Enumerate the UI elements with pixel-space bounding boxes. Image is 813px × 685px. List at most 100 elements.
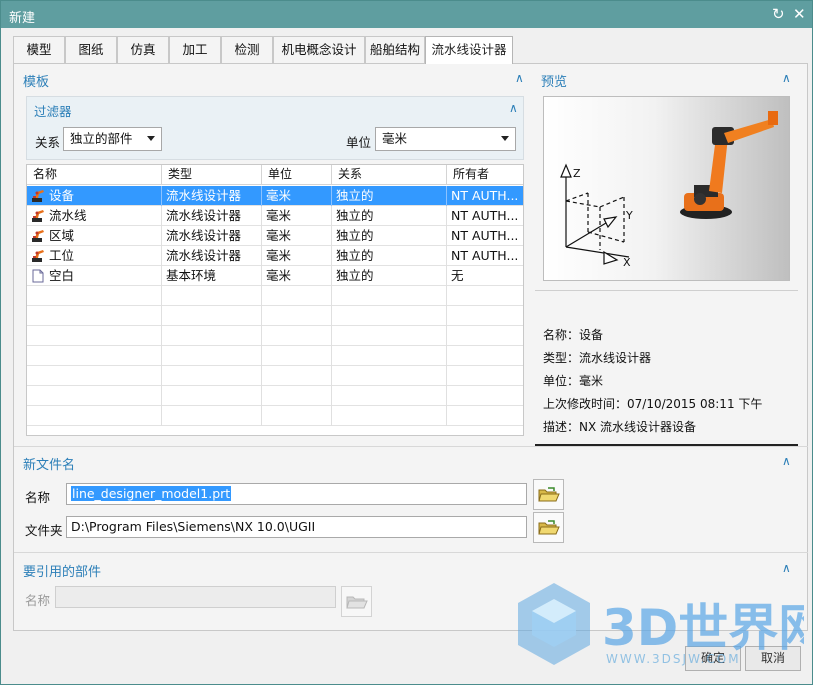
- cell-unit: [262, 306, 332, 326]
- cell-owner-text: NT AUTH...: [451, 188, 519, 203]
- close-icon[interactable]: ✕: [793, 4, 806, 24]
- empty-row: [27, 286, 523, 306]
- robot-icon: [32, 250, 44, 262]
- cell-owner: [447, 366, 523, 386]
- referenced-collapse-icon[interactable]: ∧: [782, 561, 791, 575]
- new-dialog: 新建 ↻ ✕ 模型 图纸 仿真 加工 检测 机电概念设计 船舶结构 流水线设计器…: [0, 0, 813, 685]
- preview-description: 描述：NX 流水线设计器设备: [543, 418, 696, 435]
- cell-unit: [262, 366, 332, 386]
- cell-owner: NT AUTH...: [447, 246, 523, 266]
- tab-mechatronics[interactable]: 机电概念设计: [273, 36, 365, 63]
- tab-model[interactable]: 模型: [13, 36, 65, 63]
- folder-input[interactable]: D:\Program Files\Siemens\NX 10.0\UGII: [66, 516, 527, 538]
- cell-name: 流水线: [27, 206, 162, 226]
- chevron-down-icon: [501, 136, 509, 141]
- window-title: 新建: [9, 11, 36, 26]
- tab-inspection[interactable]: 检测: [221, 36, 273, 63]
- preview-header: 预览: [541, 75, 568, 90]
- browse-referenced-button[interactable]: [341, 586, 372, 617]
- cell-type: 基本环境: [162, 266, 262, 286]
- new-file-collapse-icon[interactable]: ∧: [782, 454, 791, 468]
- tab-simulation[interactable]: 仿真: [117, 36, 169, 63]
- preview-desc-value: NX 流水线设计器设备: [579, 420, 697, 434]
- cell-name: 空白: [27, 266, 162, 286]
- column-header-owner[interactable]: 所有者: [447, 165, 523, 185]
- folder-open-icon: [538, 487, 560, 502]
- new-file-header: 新文件名: [23, 458, 76, 473]
- cell-unit: [262, 286, 332, 306]
- referenced-name-label: 名称: [25, 593, 51, 608]
- unit-dropdown[interactable]: 毫米: [375, 127, 516, 151]
- browse-name-button[interactable]: [533, 479, 564, 510]
- cell-type: [162, 286, 262, 306]
- cell-relation: [332, 306, 447, 326]
- cell-unit: 毫米: [262, 186, 332, 206]
- cell-type-text: 流水线设计器: [166, 208, 242, 223]
- column-header-name[interactable]: 名称: [27, 165, 162, 185]
- cell-name: 设备: [27, 186, 162, 206]
- filter-collapse-icon[interactable]: ∧: [509, 101, 518, 115]
- template-header: 模板: [23, 75, 50, 90]
- table-row[interactable]: 区域 流水线设计器 毫米 独立的 NT AUTH...: [27, 226, 523, 246]
- watermark-logo: 3D世界网 WWW.3DSJW.COM: [514, 579, 813, 677]
- cell-owner-text: NT AUTH...: [451, 228, 519, 243]
- cell-owner: [447, 326, 523, 346]
- empty-row: [27, 306, 523, 326]
- cell-relation: [332, 286, 447, 306]
- tab-line-designer[interactable]: 流水线设计器: [425, 36, 513, 64]
- filter-header: 过滤器: [34, 104, 72, 119]
- preview-name: 名称：设备: [543, 326, 603, 343]
- blank-document-icon: [32, 269, 44, 283]
- cell-unit: [262, 386, 332, 406]
- table-row[interactable]: 流水线 流水线设计器 毫米 独立的 NT AUTH...: [27, 206, 523, 226]
- relation-dropdown[interactable]: 独立的部件: [63, 127, 162, 151]
- cell-name: [27, 326, 162, 346]
- divider: [535, 290, 798, 291]
- column-header-relation[interactable]: 关系: [332, 165, 447, 185]
- axis-x-label: X: [623, 256, 631, 269]
- tab-manufacturing[interactable]: 加工: [169, 36, 221, 63]
- column-header-unit[interactable]: 单位: [262, 165, 332, 185]
- cell-name: [27, 366, 162, 386]
- cell-type-text: 流水线设计器: [166, 228, 242, 243]
- preview-illustration: Z Y X: [560, 111, 778, 269]
- cell-relation: 独立的: [332, 226, 447, 246]
- cell-owner: NT AUTH...: [447, 186, 523, 206]
- template-table: 名称 类型 单位 关系 所有者 设备 流水线设计器 毫米 独立的 NT AUTH... 流…: [26, 164, 524, 436]
- referenced-name-input[interactable]: [55, 586, 336, 608]
- column-header-type[interactable]: 类型: [162, 165, 262, 185]
- cell-owner: [447, 346, 523, 366]
- cell-unit-text: 毫米: [266, 248, 292, 263]
- file-name-input[interactable]: line_designer_model1.prt: [66, 483, 527, 505]
- cell-unit: [262, 326, 332, 346]
- cell-unit: [262, 346, 332, 366]
- preview-image: Z Y X: [543, 96, 790, 281]
- cell-type-text: 基本环境: [166, 268, 217, 283]
- cell-relation: [332, 346, 447, 366]
- axis-z-label: Z: [573, 167, 581, 180]
- table-row[interactable]: 设备 流水线设计器 毫米 独立的 NT AUTH...: [27, 186, 523, 206]
- cell-unit: 毫米: [262, 206, 332, 226]
- cell-name: [27, 406, 162, 426]
- folder-value: D:\Program Files\Siemens\NX 10.0\UGII: [71, 519, 316, 534]
- robot-icon: [32, 210, 44, 222]
- cell-owner: 无: [447, 266, 523, 286]
- unit-label: 单位: [346, 135, 372, 150]
- tab-drawing[interactable]: 图纸: [65, 36, 117, 63]
- cell-unit-text: 毫米: [266, 268, 292, 283]
- title-bar: 新建 ↻ ✕: [1, 1, 812, 28]
- watermark-url: WWW.3DSJW.COM: [606, 652, 741, 666]
- axis-y-label: Y: [625, 209, 633, 222]
- tab-ship-structures[interactable]: 船舶结构: [365, 36, 425, 63]
- preview-type: 类型：流水线设计器: [543, 349, 651, 366]
- table-row[interactable]: 空白 基本环境 毫米 独立的 无: [27, 266, 523, 286]
- preview-unit: 单位：毫米: [543, 372, 603, 389]
- cell-relation: [332, 386, 447, 406]
- preview-collapse-icon[interactable]: ∧: [782, 71, 791, 85]
- preview-unit-value: 毫米: [579, 374, 604, 388]
- browse-folder-button[interactable]: [533, 512, 564, 543]
- cell-unit: 毫米: [262, 266, 332, 286]
- template-collapse-icon[interactable]: ∧: [515, 71, 524, 85]
- reset-icon[interactable]: ↻: [772, 4, 785, 24]
- table-row[interactable]: 工位 流水线设计器 毫米 独立的 NT AUTH...: [27, 246, 523, 266]
